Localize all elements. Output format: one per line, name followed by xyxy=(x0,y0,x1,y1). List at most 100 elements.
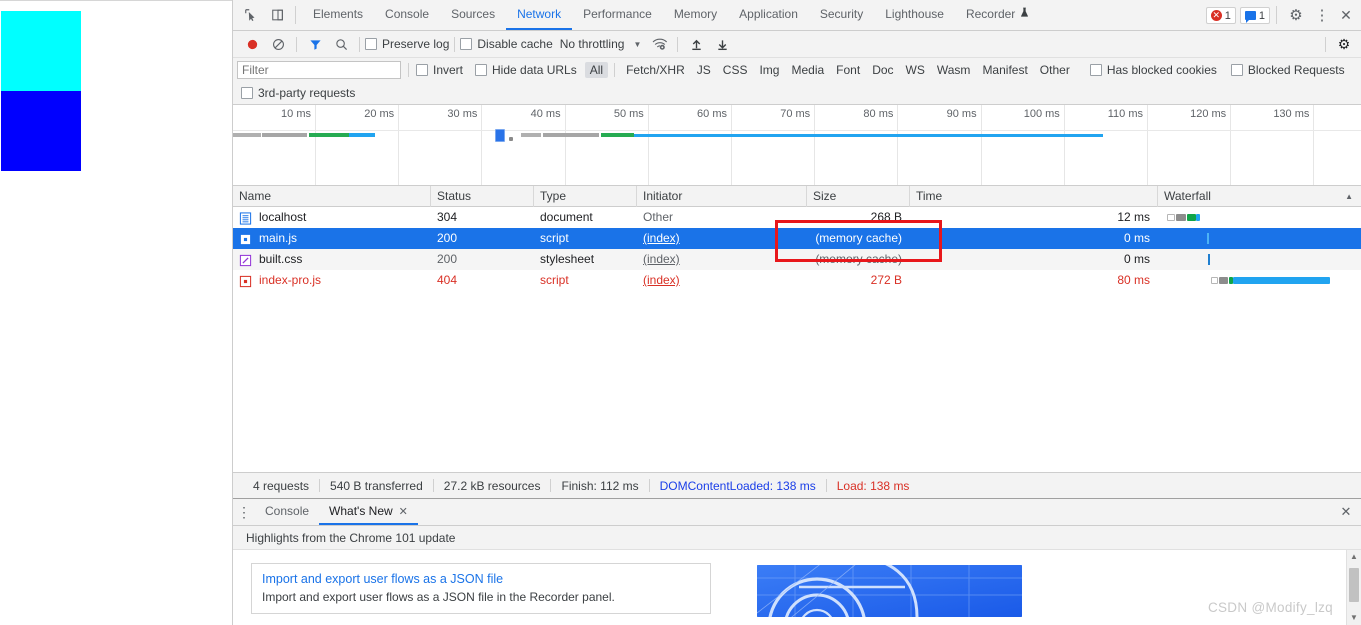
preserve-log-box xyxy=(365,38,377,50)
filter-type-manifest[interactable]: Manifest xyxy=(977,62,1032,78)
cell-waterfall xyxy=(1158,249,1360,270)
third-party-requests-checkbox[interactable]: 3rd-party requests xyxy=(241,86,355,100)
scroll-up-arrow-icon[interactable]: ▲ xyxy=(1347,550,1361,564)
filter-type-all[interactable]: All xyxy=(584,62,609,78)
scrollbar-thumb[interactable] xyxy=(1349,568,1359,602)
filter-funnel-icon[interactable] xyxy=(302,38,328,51)
drawer-tab-close-icon[interactable]: ✕ xyxy=(399,505,408,518)
filter-input[interactable] xyxy=(237,61,401,79)
has-blocked-cookies-checkbox[interactable]: Has blocked cookies xyxy=(1089,63,1217,77)
cell-name[interactable]: localhost xyxy=(233,207,431,228)
whats-new-card[interactable]: Import and export user flows as a JSON f… xyxy=(251,563,711,614)
tab-console[interactable]: Console xyxy=(374,0,440,30)
column-header-type[interactable]: Type xyxy=(534,185,637,207)
filter-type-other[interactable]: Other xyxy=(1035,62,1075,78)
filter-sep-1 xyxy=(408,63,409,77)
record-icon[interactable] xyxy=(239,38,265,51)
filter-type-css[interactable]: CSS xyxy=(718,62,753,78)
drawer-scrollbar[interactable]: ▲ ▼ xyxy=(1346,550,1361,625)
overview-band-index-pro-queue xyxy=(521,133,541,137)
tab-performance[interactable]: Performance xyxy=(572,0,663,30)
cell-initiator[interactable]: (index) xyxy=(637,228,807,249)
drawer-tab-whats-new[interactable]: What's New ✕ xyxy=(319,499,418,525)
table-row[interactable]: main.js 200 script (index) (memory cache… xyxy=(233,228,1361,249)
device-toolbar-icon[interactable] xyxy=(264,0,291,30)
requests-table-body[interactable]: localhost 304 document Other 268 B 12 ms xyxy=(233,207,1361,472)
cell-name[interactable]: built.css xyxy=(233,249,431,270)
tab-lighthouse[interactable]: Lighthouse xyxy=(874,0,955,30)
filter-type-media[interactable]: Media xyxy=(786,62,829,78)
chevron-down-icon[interactable]: ▼ xyxy=(633,40,641,49)
network-overview-timeline[interactable]: 10 ms 20 ms 30 ms 40 ms 50 ms 60 ms 70 ms 80 ms… xyxy=(233,105,1361,186)
disable-cache-checkbox[interactable]: Disable cache xyxy=(460,37,553,51)
invert-box xyxy=(416,64,428,76)
cell-name[interactable]: main.js xyxy=(233,228,431,249)
drawer-tab-console[interactable]: Console xyxy=(255,499,319,525)
hide-data-urls-checkbox[interactable]: Hide data URLs xyxy=(475,63,577,77)
cell-initiator[interactable]: (index) xyxy=(637,249,807,270)
error-count: 1 xyxy=(1224,9,1231,22)
table-row[interactable]: localhost 304 document Other 268 B 12 ms xyxy=(233,207,1361,228)
whats-new-content[interactable]: Import and export user flows as a JSON f… xyxy=(233,550,1361,625)
overview-tick-label: 40 ms xyxy=(530,108,561,120)
cell-size: 272 B xyxy=(870,273,902,287)
overview-gridline xyxy=(1313,105,1315,185)
inspect-element-icon[interactable] xyxy=(237,0,264,30)
table-row[interactable]: built.css 200 stylesheet (index) (memory… xyxy=(233,249,1361,270)
request-name: localhost xyxy=(259,210,307,224)
sort-ascending-icon[interactable]: ▲ xyxy=(1345,186,1360,207)
overview-tick-label: 30 ms xyxy=(447,108,478,120)
network-conditions-icon[interactable] xyxy=(646,38,672,51)
error-count-badge[interactable]: ✕ 1 xyxy=(1205,7,1236,24)
filter-type-doc[interactable]: Doc xyxy=(867,62,898,78)
overview-gridline xyxy=(647,105,649,185)
more-options-icon[interactable]: ⋮ xyxy=(1309,0,1335,30)
filter-type-fetch-xhr[interactable]: Fetch/XHR xyxy=(621,62,690,78)
scroll-down-arrow-icon[interactable]: ▼ xyxy=(1347,611,1361,625)
column-header-name[interactable]: Name xyxy=(233,185,431,207)
filter-type-wasm[interactable]: Wasm xyxy=(932,62,976,78)
blocked-requests-checkbox[interactable]: Blocked Requests xyxy=(1230,63,1345,77)
drawer-more-icon[interactable]: ⋮ xyxy=(233,499,255,525)
gear-icon[interactable]: ⚙ xyxy=(1283,0,1309,30)
drawer-close-icon[interactable]: ✕ xyxy=(1331,499,1361,525)
throttling-select[interactable]: No throttling xyxy=(553,37,625,51)
drawer-spacer xyxy=(418,499,1331,525)
cell-name[interactable]: index-pro.js xyxy=(233,270,431,291)
preserve-log-checkbox[interactable]: Preserve log xyxy=(365,37,449,51)
filter-type-font[interactable]: Font xyxy=(831,62,865,78)
cell-type: document xyxy=(540,210,593,224)
filter-type-img[interactable]: Img xyxy=(754,62,784,78)
document-icon xyxy=(239,211,252,225)
column-header-time[interactable]: Time xyxy=(910,185,1158,207)
table-row[interactable]: index-pro.js 404 script (index) 272 B 80… xyxy=(233,270,1361,291)
column-header-size[interactable]: Size xyxy=(807,185,910,207)
clear-icon[interactable] xyxy=(265,38,291,51)
message-count: 1 xyxy=(1258,9,1265,22)
stylesheet-icon xyxy=(239,253,252,267)
message-count-badge[interactable]: 1 xyxy=(1239,7,1270,24)
tab-sources[interactable]: Sources xyxy=(440,0,506,30)
close-icon[interactable]: ✕ xyxy=(1335,0,1361,30)
search-icon[interactable] xyxy=(328,38,354,51)
export-har-icon[interactable] xyxy=(709,38,735,51)
column-header-status[interactable]: Status xyxy=(431,185,534,207)
filter-type-js[interactable]: JS xyxy=(692,62,716,78)
import-har-icon[interactable] xyxy=(683,38,709,51)
tab-security[interactable]: Security xyxy=(809,0,874,30)
column-header-initiator[interactable]: Initiator xyxy=(637,185,807,207)
cell-initiator[interactable]: (index) xyxy=(637,270,807,291)
disable-cache-label: Disable cache xyxy=(477,37,553,51)
tab-memory[interactable]: Memory xyxy=(663,0,728,30)
cell-size: (memory cache) xyxy=(815,231,902,245)
tab-network[interactable]: Network xyxy=(506,0,573,30)
whats-new-card-title[interactable]: Import and export user flows as a JSON f… xyxy=(262,572,700,586)
network-settings-gear-icon[interactable]: ⚙ xyxy=(1331,36,1357,53)
invert-checkbox[interactable]: Invert xyxy=(416,63,463,77)
tab-recorder[interactable]: Recorder xyxy=(955,0,1040,30)
cell-initiator: Other xyxy=(643,210,674,224)
column-header-waterfall[interactable]: Waterfall ▲ xyxy=(1158,186,1360,207)
tab-application[interactable]: Application xyxy=(728,0,809,30)
tab-elements[interactable]: Elements xyxy=(302,0,374,30)
filter-type-ws[interactable]: WS xyxy=(901,62,930,78)
